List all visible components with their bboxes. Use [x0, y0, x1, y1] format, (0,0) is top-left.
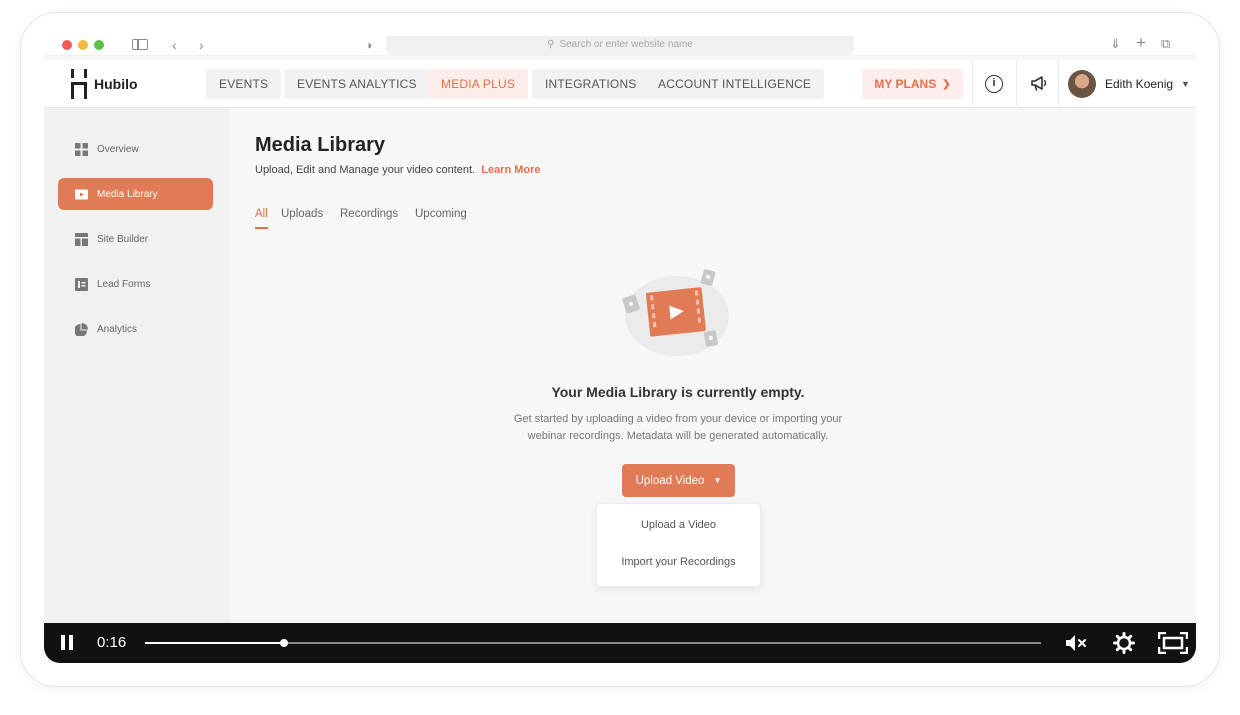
minimize-window-button[interactable] — [78, 40, 88, 50]
caret-down-icon[interactable]: ▼ — [1181, 79, 1190, 89]
my-plans-button[interactable]: MY PLANS ❯ — [862, 69, 963, 99]
active-tab-indicator — [255, 227, 268, 229]
menu-item-import-recordings[interactable]: Import your Recordings — [597, 556, 760, 568]
form-icon — [75, 277, 88, 291]
video-icon — [75, 189, 88, 199]
my-plans-label: MY PLANS — [874, 77, 937, 91]
seek-bar-handle[interactable] — [279, 639, 288, 647]
page-subtitle: Upload, Edit and Manage your video conte… — [255, 164, 541, 176]
video-control-bar: 0:16 — [44, 623, 1196, 663]
empty-media-illustration — [622, 269, 729, 356]
user-name[interactable]: Edith Koenig — [1105, 77, 1173, 91]
search-icon: ⚲ — [547, 38, 555, 50]
sidebar-item-analytics[interactable]: Analytics — [58, 313, 213, 345]
info-icon[interactable]: i — [985, 75, 1003, 93]
muted-speaker-icon[interactable] — [1065, 634, 1087, 652]
nav-tab-account-intelligence[interactable]: ACCOUNT INTELLIGENCE — [645, 69, 825, 99]
download-icon[interactable]: ⇓ — [1110, 36, 1121, 52]
sidebar-item-label: Media Library — [97, 188, 158, 200]
seek-bar-progress — [145, 642, 284, 644]
pie-chart-icon — [75, 322, 88, 336]
menu-item-upload-a-video[interactable]: Upload a Video — [597, 519, 760, 531]
sidebar: Overview Media Library Site Builder Lead… — [44, 108, 230, 628]
tab-uploads[interactable]: Uploads — [281, 208, 323, 220]
megaphone-icon[interactable] — [1028, 72, 1050, 94]
close-window-button[interactable] — [62, 40, 72, 50]
caret-down-icon: ▼ — [713, 476, 722, 485]
divider — [1058, 60, 1059, 108]
nav-tab-events-analytics[interactable]: EVENTS ANALYTICS — [284, 69, 430, 99]
hubilo-logo[interactable]: Hubilo — [70, 69, 138, 99]
sidebar-item-overview[interactable]: Overview — [58, 133, 213, 165]
hubilo-logo-mark — [70, 69, 88, 99]
divider — [1016, 60, 1017, 108]
seek-bar[interactable] — [145, 639, 1041, 647]
current-time: 0:16 — [97, 634, 127, 651]
sidebar-item-label: Analytics — [97, 323, 138, 335]
nav-tab-integrations[interactable]: INTEGRATIONS — [532, 69, 650, 99]
layout-icon — [75, 232, 88, 246]
sidebar-item-label: Site Builder — [97, 233, 149, 245]
shield-icon: ◑ — [365, 38, 373, 52]
sidebar-item-site-builder[interactable]: Site Builder — [58, 223, 213, 255]
fullscreen-icon[interactable] — [1158, 632, 1188, 654]
upload-dropdown-menu: Upload a Video Import your Recordings — [596, 503, 761, 587]
page-subtitle-text: Upload, Edit and Manage your video conte… — [255, 164, 476, 176]
nav-tab-events[interactable]: EVENTS — [206, 69, 282, 99]
tab-recordings[interactable]: Recordings — [340, 208, 398, 220]
address-bar[interactable]: ⚲ Search or enter website name — [386, 36, 854, 55]
divider — [972, 60, 973, 108]
screen: ‹ › ◑ ⚲ Search or enter website name ⇓ +… — [44, 36, 1196, 663]
empty-state-title: Your Media Library is currently empty. — [551, 384, 805, 400]
new-tab-icon[interactable]: + — [1136, 36, 1146, 51]
top-navigation: Hubilo EVENTS EVENTS ANALYTICS MEDIA PLU… — [44, 60, 1196, 108]
gear-icon[interactable] — [1113, 632, 1135, 654]
browser-toolbar: ‹ › ◑ ⚲ Search or enter website name ⇓ +… — [44, 36, 1196, 56]
forward-arrow-icon[interactable]: › — [199, 37, 204, 53]
brand-name: Hubilo — [94, 76, 138, 92]
sidebar-item-media-library[interactable]: Media Library — [58, 178, 213, 210]
grid-icon — [75, 142, 88, 156]
empty-state-description-line: Get started by uploading a video from yo… — [513, 413, 843, 425]
sidebar-toggle-icon[interactable] — [132, 39, 148, 50]
upload-video-button[interactable]: Upload Video ▼ — [622, 464, 735, 497]
empty-state-description: Get started by uploading a video from yo… — [490, 411, 866, 445]
nav-tab-media-plus[interactable]: MEDIA PLUS — [428, 69, 529, 99]
learn-more-link[interactable]: Learn More — [481, 164, 540, 176]
sidebar-item-label: Lead Forms — [97, 278, 151, 290]
address-bar-placeholder: Search or enter website name — [559, 38, 693, 50]
tab-upcoming[interactable]: Upcoming — [415, 208, 467, 220]
tabs-overview-icon[interactable]: ⧉ — [1161, 36, 1170, 52]
chevron-down-icon: ❯ — [942, 78, 951, 90]
tab-all[interactable]: All — [255, 208, 268, 220]
upload-video-label: Upload Video — [635, 474, 705, 487]
maximize-window-button[interactable] — [94, 40, 104, 50]
empty-state-description-line: webinar recordings. Metadata will be gen… — [527, 430, 829, 442]
main-content: Media Library Upload, Edit and Manage yo… — [230, 108, 1196, 628]
sidebar-item-label: Overview — [97, 143, 139, 155]
pause-icon[interactable] — [61, 635, 74, 650]
avatar[interactable] — [1068, 70, 1096, 98]
sidebar-item-lead-forms[interactable]: Lead Forms — [58, 268, 213, 300]
back-arrow-icon[interactable]: ‹ — [172, 37, 177, 53]
page-title: Media Library — [255, 134, 386, 156]
